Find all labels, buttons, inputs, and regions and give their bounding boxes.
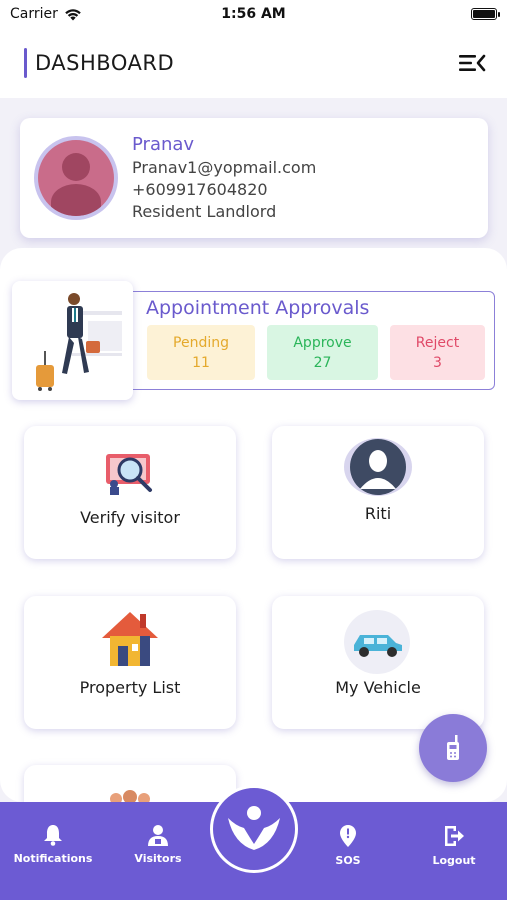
profile-card[interactable]: Pranav Pranav1@yopmail.com +609917604820… xyxy=(20,118,488,238)
property-list-tile[interactable]: Property List xyxy=(24,596,236,729)
profile-phone: +609917604820 xyxy=(132,179,268,199)
partial-tile[interactable] xyxy=(24,765,236,802)
intercom-fab-button[interactable] xyxy=(419,714,487,782)
main-panel: Appointment Approvals Pending 11 Approve… xyxy=(0,248,507,802)
verify-visitor-icon xyxy=(106,454,152,495)
reject-count: 3 xyxy=(433,355,442,371)
my-vehicle-label: My Vehicle xyxy=(335,678,421,697)
home-logo-button[interactable] xyxy=(210,785,298,873)
verify-visitor-tile[interactable]: Verify visitor xyxy=(24,426,236,559)
appointment-title: Appointment Approvals xyxy=(146,297,370,319)
car-icon xyxy=(344,610,410,674)
appointment-approvals-card[interactable]: Appointment Approvals Pending 11 Approve… xyxy=(118,291,495,390)
riti-label: Riti xyxy=(364,504,392,523)
traveler-illustration xyxy=(12,281,133,400)
battery-icon xyxy=(471,8,500,20)
verify-visitor-label: Verify visitor xyxy=(80,508,180,527)
logout-icon xyxy=(445,826,464,846)
group-icon xyxy=(110,790,150,802)
page-title: DASHBOARD xyxy=(35,51,175,75)
pending-stat[interactable]: Pending 11 xyxy=(147,325,255,380)
riti-avatar-icon xyxy=(344,438,412,496)
nav-visitors[interactable]: Visitors xyxy=(108,824,208,865)
nav-logout-label: Logout xyxy=(432,854,476,867)
bell-icon xyxy=(44,825,62,846)
profile-role: Resident Landlord xyxy=(132,201,277,221)
nav-sos-label: SOS xyxy=(335,854,361,867)
approve-count: 27 xyxy=(313,355,332,371)
header: DASHBOARD xyxy=(0,28,507,98)
nav-sos[interactable]: SOS xyxy=(298,824,398,867)
approve-stat[interactable]: Approve 27 xyxy=(267,325,378,380)
visitor-badge-icon xyxy=(148,825,168,846)
pending-label: Pending xyxy=(173,335,229,351)
app-logo-icon xyxy=(228,806,280,850)
pending-count: 11 xyxy=(192,355,210,371)
location-alert-icon xyxy=(340,825,356,847)
approve-label: Approve xyxy=(293,335,352,351)
menu-collapse-icon[interactable] xyxy=(457,51,487,75)
reject-stat[interactable]: Reject 3 xyxy=(390,325,485,380)
header-title-wrap: DASHBOARD xyxy=(24,48,174,78)
reject-label: Reject xyxy=(415,335,460,351)
profile-name: Pranav xyxy=(132,133,195,155)
nav-notifications[interactable]: Notifications xyxy=(3,824,103,865)
house-icon xyxy=(102,612,158,666)
riti-tile[interactable]: Riti xyxy=(272,426,484,559)
property-list-label: Property List xyxy=(79,678,181,697)
header-accent-bar xyxy=(24,48,27,78)
walkie-talkie-icon xyxy=(447,735,459,760)
status-time: 1:56 AM xyxy=(221,6,286,22)
user-avatar-icon xyxy=(38,140,114,216)
avatar-ring xyxy=(34,136,118,220)
my-vehicle-tile[interactable]: My Vehicle xyxy=(272,596,484,729)
nav-logout[interactable]: Logout xyxy=(404,824,504,867)
status-bar: Carrier 1:56 AM xyxy=(0,0,507,28)
profile-email: Pranav1@yopmail.com xyxy=(132,157,317,177)
profile-info: Pranav Pranav1@yopmail.com +609917604820… xyxy=(132,134,316,223)
nav-visitors-label: Visitors xyxy=(134,852,182,865)
nav-notifications-label: Notifications xyxy=(13,852,93,865)
